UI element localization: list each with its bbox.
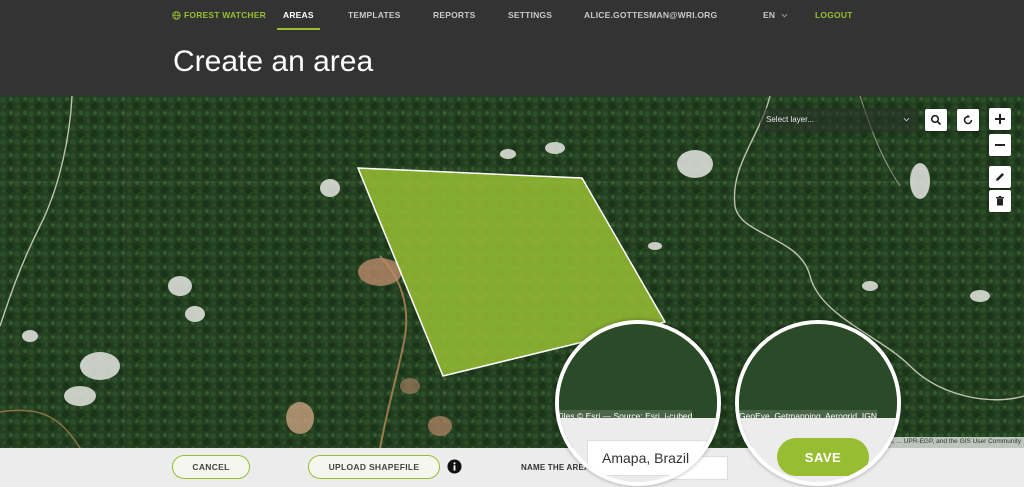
layer-select-label: Select layer... [766,115,815,124]
globe-icon [172,10,181,20]
top-header: FOREST WATCHER AREAS TEMPLATES REPORTS S… [0,0,1024,96]
main-nav: FOREST WATCHER AREAS TEMPLATES REPORTS S… [0,0,1024,32]
zoomed-map [739,324,897,418]
logout-link[interactable]: LOGOUT [815,10,853,20]
map-refresh-button[interactable] [957,109,979,131]
upload-shapefile-button[interactable]: UPLOAD SHAPEFILE [308,455,440,479]
cancel-button[interactable]: CANCEL [172,455,250,479]
magnifier-save-button: GeoEye, Getmapping, Aerogrid, IGN SAVE [735,320,901,486]
zoom-in-icon [995,114,1005,124]
nav-settings[interactable]: SETTINGS [508,10,552,20]
brand-logo[interactable]: FOREST WATCHER [172,10,266,20]
zoomed-map [559,324,717,418]
trash-icon [996,196,1004,206]
delete-polygon-button[interactable] [989,190,1011,212]
info-icon[interactable] [447,459,462,474]
zoom-out-button[interactable] [989,134,1011,156]
refresh-icon [963,114,973,125]
zoom-out-icon [995,144,1005,146]
nav-user-email[interactable]: ALICE.GOTTESMAN@WRI.ORG [584,10,717,20]
layer-select[interactable]: Select layer... [760,108,918,132]
nav-templates[interactable]: TEMPLATES [348,10,401,20]
search-icon [930,114,942,126]
area-name-input[interactable] [587,440,707,476]
chevron-down-icon [903,117,910,122]
draw-polygon-button[interactable] [989,166,1011,188]
pencil-icon [996,173,1004,181]
brand-name: FOREST WATCHER [184,10,266,20]
magnifier-name-input: Tiles © Esri — Source: Esri, i-cubed [555,320,721,486]
save-button[interactable]: SAVE [777,438,869,476]
map-search-button[interactable] [925,109,947,131]
language-selector[interactable]: EN [763,10,788,20]
nav-reports[interactable]: REPORTS [433,10,476,20]
nav-areas[interactable]: AREAS [283,10,314,20]
zoom-in-button[interactable] [989,108,1011,130]
page-title: Create an area [173,45,374,78]
active-tab-indicator [277,28,320,30]
chevron-down-icon [781,13,788,17]
language-label: EN [763,10,776,20]
